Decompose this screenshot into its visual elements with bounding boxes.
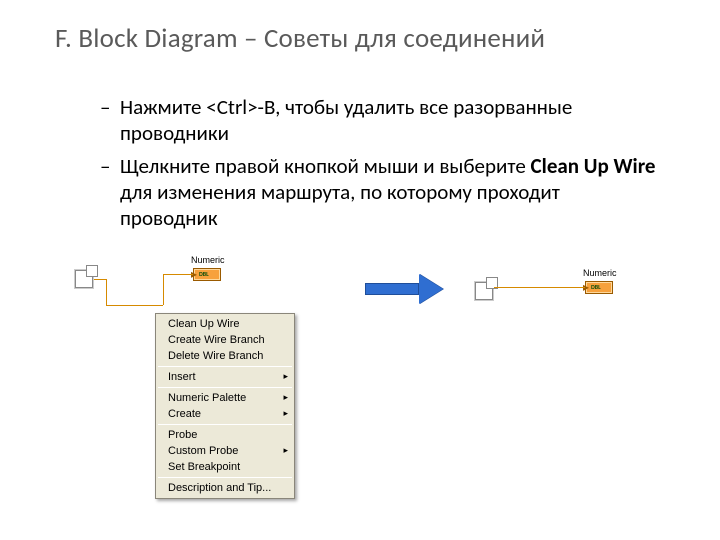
- bullet-2-pre: Щелкните правой кнопкой мыши и выберите: [120, 153, 531, 179]
- menu-item[interactable]: Insert: [156, 369, 294, 385]
- menu-item[interactable]: Create Wire Branch: [156, 332, 294, 348]
- bullet-1-kbd: <Ctrl>: [206, 94, 257, 120]
- numeric-control-icon: [75, 270, 93, 288]
- diagram-after: Numeric DBL: [475, 272, 675, 312]
- menu-separator: [158, 424, 292, 425]
- numeric-indicator-icon: DBL: [193, 268, 221, 281]
- menu-item[interactable]: Custom Probe: [156, 443, 294, 459]
- menu-item[interactable]: Description and Tip...: [156, 480, 294, 496]
- menu-separator: [158, 366, 292, 367]
- bullet-2-post: для изменения маршрута, по которому прох…: [120, 179, 560, 231]
- menu-item[interactable]: Clean Up Wire: [156, 316, 294, 332]
- wire-segment: [106, 305, 163, 306]
- menu-item[interactable]: Probe: [156, 427, 294, 443]
- wire-segment: [494, 287, 585, 288]
- transition-arrow-icon: [365, 275, 445, 301]
- bullet-list: Нажмите <Ctrl>-B, чтобы удалить все разо…: [80, 94, 660, 237]
- menu-item[interactable]: Set Breakpoint: [156, 459, 294, 475]
- bullet-1: Нажмите <Ctrl>-B, чтобы удалить все разо…: [120, 94, 660, 147]
- numeric-control-label: Numeric: [191, 255, 225, 265]
- menu-item[interactable]: Delete Wire Branch: [156, 348, 294, 364]
- menu-separator: [158, 387, 292, 388]
- context-menu[interactable]: Clean Up WireCreate Wire BranchDelete Wi…: [155, 313, 295, 499]
- numeric-indicator-icon: DBL: [585, 281, 613, 294]
- bullet-1-pre: Нажмите: [120, 94, 206, 120]
- numeric-control-icon: [475, 282, 493, 300]
- bullet-2-bold: Clean Up Wire: [531, 153, 656, 179]
- indicator-dbl-label: DBL: [591, 283, 601, 291]
- menu-item[interactable]: Numeric Palette: [156, 390, 294, 406]
- menu-item[interactable]: Create: [156, 406, 294, 422]
- wire-segment: [163, 274, 164, 305]
- slide-title: F. Block Diagram – Советы для соединений: [55, 22, 545, 55]
- wire-segment: [106, 279, 107, 305]
- bullet-2: Щелкните правой кнопкой мыши и выберите …: [120, 153, 660, 232]
- wire-segment: [94, 279, 106, 280]
- indicator-dbl-label: DBL: [199, 270, 209, 278]
- diagram-before: Numeric DBL: [75, 260, 335, 320]
- numeric-indicator-label: Numeric: [583, 268, 617, 278]
- menu-separator: [158, 477, 292, 478]
- wire-segment: [163, 274, 193, 275]
